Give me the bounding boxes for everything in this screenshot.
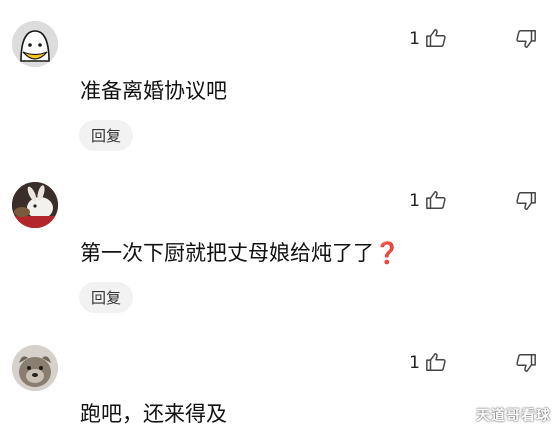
watermark: 天道哥看球 <box>476 408 551 424</box>
like-count: 1 <box>409 191 420 211</box>
comment-text: 第一次下厨就把丈母娘给炖了了❓ <box>80 237 400 267</box>
avatar[interactable] <box>12 345 58 391</box>
avatar[interactable] <box>12 21 58 67</box>
ghost-smile-icon <box>12 21 58 67</box>
like-count: 1 <box>409 353 420 373</box>
thumbs-up-icon[interactable] <box>425 27 447 53</box>
avatar[interactable] <box>12 182 58 228</box>
comment-text: 跑吧，还来得及 <box>80 398 227 428</box>
rabbit-photo-icon <box>12 182 58 228</box>
comment-body: 跑吧，还来得及 <box>80 402 227 426</box>
thumbs-up-icon[interactable] <box>425 351 447 377</box>
reply-button[interactable]: 回复 <box>79 282 133 313</box>
reply-button[interactable]: 回复 <box>79 120 133 151</box>
dog-photo-icon <box>12 345 58 391</box>
comment-body: 准备离婚协议吧 <box>80 79 227 103</box>
thumbs-down-icon[interactable] <box>515 352 537 378</box>
thumbs-up-icon[interactable] <box>425 189 447 215</box>
thumbs-down-icon[interactable] <box>515 190 537 216</box>
comment-body: 第一次下厨就把丈母娘给炖了了 <box>80 241 374 265</box>
comment-text: 准备离婚协议吧 <box>80 75 227 105</box>
question-mark-emoji: ❓ <box>374 241 401 265</box>
thumbs-down-icon[interactable] <box>515 28 537 54</box>
like-count: 1 <box>409 29 420 49</box>
